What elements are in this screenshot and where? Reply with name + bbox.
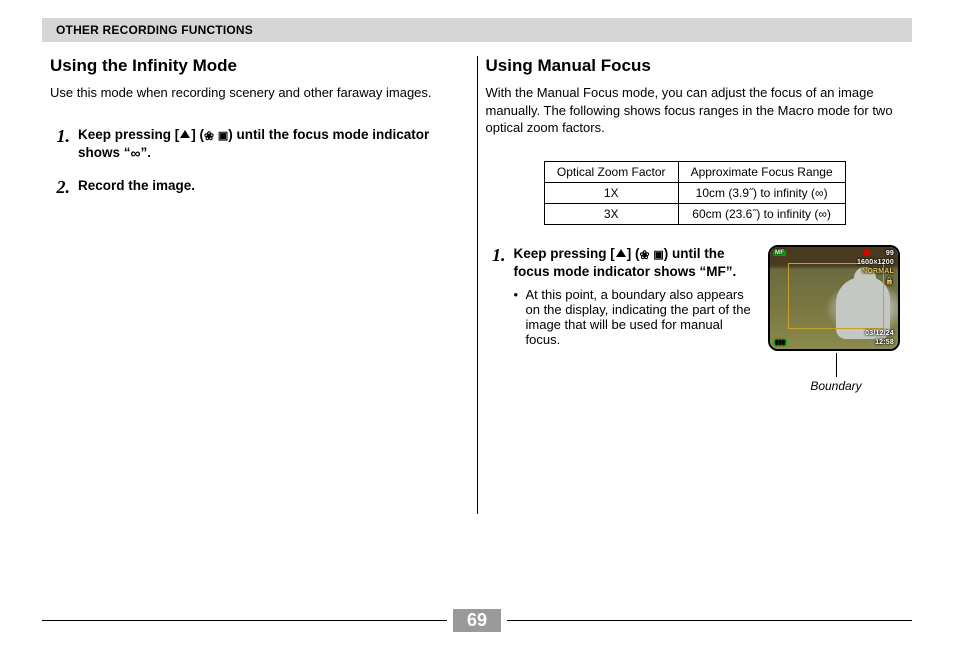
- right-intro: With the Manual Focus mode, you can adju…: [486, 84, 905, 137]
- camera-preview: MF 99 1600×1200 NORMAL 🔒 ▮▮▮ 03/12/24 12…: [768, 245, 900, 351]
- battery-icon: ▮▮▮: [773, 339, 788, 346]
- step-number: 1.: [486, 245, 506, 393]
- step-number: 1.: [50, 126, 70, 163]
- focus-table-cell: 3X: [544, 203, 678, 224]
- left-step1: Keep pressing [] (❀ ▣) until the focus m…: [78, 126, 469, 163]
- resolution-overlay: 1600×1200: [857, 259, 894, 266]
- up-arrow-icon: [180, 130, 190, 138]
- infinity-icon: ∞: [131, 145, 141, 161]
- focus-table: Optical Zoom FactorApproximate Focus Ran…: [544, 161, 846, 225]
- right-column: Using Manual Focus With the Manual Focus…: [478, 56, 913, 514]
- focus-table-header: Approximate Focus Range: [678, 161, 845, 182]
- step-number: 2.: [50, 177, 70, 198]
- left-heading: Using the Infinity Mode: [50, 56, 469, 76]
- left-step2: Record the image.: [78, 177, 469, 198]
- right-step1-sub: At this point, a boundary also appears o…: [514, 287, 757, 347]
- focus-table-cell: 10cm (3.9˝) to infinity (∞): [678, 182, 845, 203]
- mf-badge: MF: [773, 250, 786, 256]
- section-bar: OTHER RECORDING FUNCTIONS: [42, 18, 912, 42]
- shots-remaining: 99: [886, 250, 894, 257]
- cards-icon: ▣: [653, 249, 663, 261]
- right-heading: Using Manual Focus: [486, 56, 905, 76]
- focus-table-header: Optical Zoom Factor: [544, 161, 678, 182]
- lock-icon: 🔒: [885, 277, 894, 285]
- right-step1: Keep pressing [] (❀ ▣) until the focus m…: [514, 245, 757, 281]
- footer-rule: [42, 620, 447, 621]
- record-indicator: [864, 250, 870, 256]
- boundary-caption: Boundary: [768, 379, 904, 393]
- footer-rule: [507, 620, 912, 621]
- quality-overlay: NORMAL: [862, 268, 894, 275]
- time-overlay: 12:58: [875, 339, 894, 346]
- left-column: Using the Infinity Mode Use this mode wh…: [42, 56, 477, 514]
- cards-icon: ▣: [218, 130, 228, 142]
- focus-table-cell: 60cm (23.6˝) to infinity (∞): [678, 203, 845, 224]
- page-number: 69: [453, 609, 501, 632]
- focus-table-cell: 1X: [544, 182, 678, 203]
- flower-icon: ❀: [640, 248, 650, 262]
- date-overlay: 03/12/24: [865, 330, 894, 337]
- leader-line: [836, 353, 837, 377]
- page-footer: 69: [42, 609, 912, 632]
- up-arrow-icon: [616, 249, 626, 257]
- flower-icon: ❀: [204, 129, 214, 143]
- left-intro: Use this mode when recording scenery and…: [50, 84, 469, 102]
